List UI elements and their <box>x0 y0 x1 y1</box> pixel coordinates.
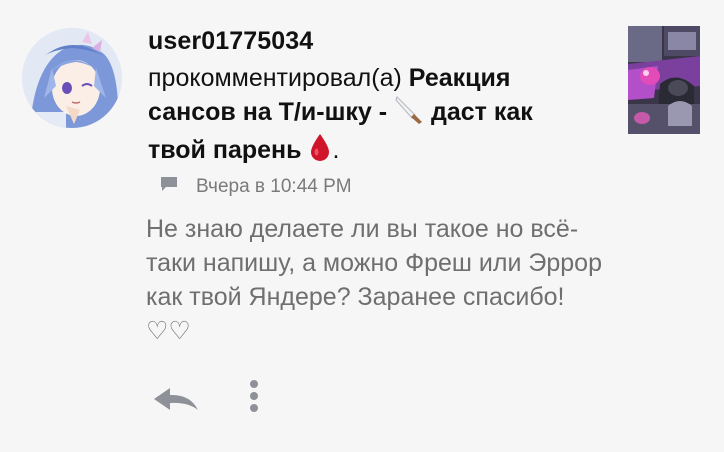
post-title-end: . <box>332 136 340 164</box>
more-options-button[interactable] <box>240 378 268 418</box>
avatar-image <box>22 28 122 128</box>
comment-time: Вчера в 10:44 PM <box>196 176 352 197</box>
reply-button[interactable] <box>150 382 202 416</box>
action-text: прокомментировал(а) <box>148 64 402 92</box>
comment-text: Не знаю делаете ли вы такое но всё-таки … <box>146 215 602 345</box>
knife-emoji-icon <box>394 94 424 132</box>
comment-meta: Вчера в 10:44 PM <box>160 176 352 198</box>
username[interactable]: user01775034 <box>148 27 313 56</box>
comment-icon <box>160 176 178 198</box>
post-thumbnail[interactable] <box>628 26 700 134</box>
post-thumbnail-image <box>628 26 700 134</box>
blood-drop-emoji-icon <box>308 132 332 170</box>
notification-headline: прокомментировал(а) Реакция сансов на Т/… <box>148 62 578 170</box>
more-vertical-icon <box>250 380 258 412</box>
user-avatar[interactable] <box>22 28 122 128</box>
reply-arrow-icon <box>154 388 198 410</box>
